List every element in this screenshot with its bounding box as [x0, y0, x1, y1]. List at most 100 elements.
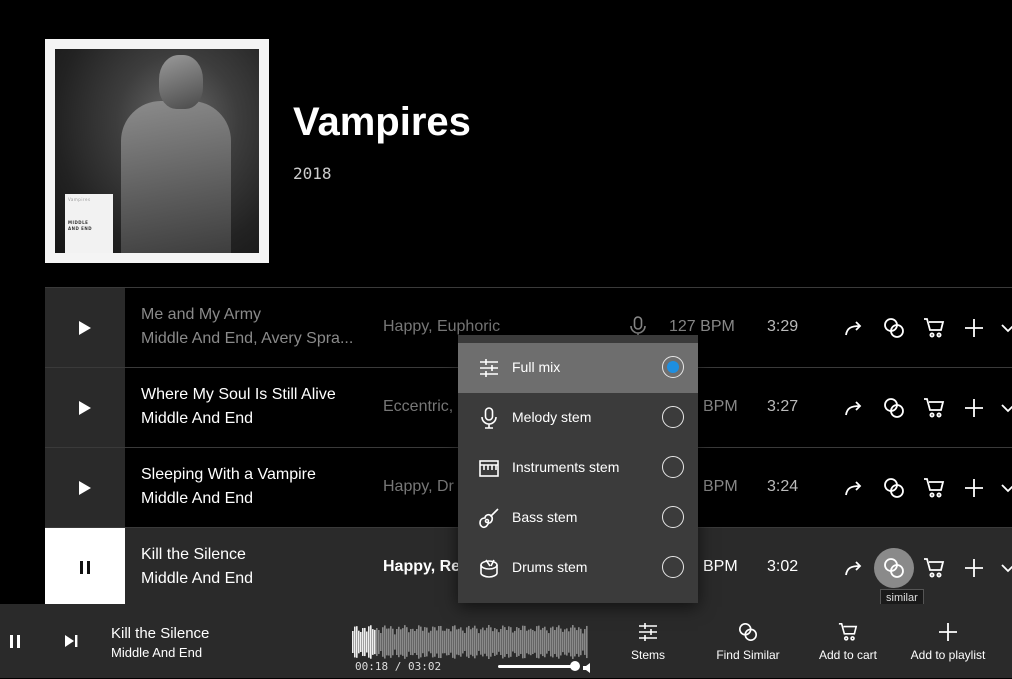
- stem-radio[interactable]: [662, 406, 684, 428]
- stem-radio[interactable]: [662, 506, 684, 528]
- track-artist[interactable]: Middle And End, Avery Spra...: [141, 330, 371, 348]
- waveform-bar: [532, 629, 534, 655]
- waveform-bar: [446, 628, 448, 656]
- add-icon[interactable]: [959, 473, 989, 503]
- waveform-bar: [554, 629, 556, 655]
- find-similar-icon[interactable]: [879, 473, 909, 503]
- cart-icon[interactable]: [919, 393, 949, 423]
- player-track-artist[interactable]: Middle And End: [111, 645, 202, 660]
- share-icon[interactable]: [839, 393, 869, 423]
- chevron-down-icon[interactable]: [1001, 393, 1012, 423]
- play-button[interactable]: [45, 288, 125, 367]
- cover-figure-head: [159, 55, 203, 109]
- waveform-bar: [470, 629, 472, 655]
- stem-option-label: Full mix: [512, 359, 561, 375]
- waveform-bar: [368, 626, 370, 658]
- skip-next-icon[interactable]: [64, 634, 78, 653]
- stem-option-bass[interactable]: Bass stem: [458, 493, 698, 543]
- play-button[interactable]: [45, 368, 125, 447]
- waveform-bar: [570, 627, 572, 657]
- stem-option-instruments[interactable]: Instruments stem: [458, 443, 698, 493]
- track-mood: Happy, Dr: [383, 478, 454, 495]
- stem-option-label: Instruments stem: [512, 459, 620, 475]
- stems-button[interactable]: Stems: [622, 622, 674, 662]
- add-icon[interactable]: [959, 553, 989, 583]
- waveform-bar: [494, 628, 496, 656]
- waveform-bar: [522, 625, 524, 659]
- track-bpm: BPM: [703, 558, 738, 575]
- stem-radio[interactable]: [662, 456, 684, 478]
- waveform-bar: [394, 634, 396, 650]
- waveform-bar: [566, 628, 568, 656]
- waveform-bar: [510, 627, 512, 657]
- find-similar-icon[interactable]: [879, 393, 909, 423]
- track-artist[interactable]: Middle And End: [141, 490, 371, 508]
- player-track-title[interactable]: Kill the Silence: [111, 625, 209, 642]
- track-title[interactable]: Sleeping With a Vampire: [141, 466, 316, 484]
- waveform-bar: [518, 628, 520, 656]
- cover-artist-line2: AND END: [68, 226, 93, 231]
- add-to-playlist-button[interactable]: Add to playlist: [902, 622, 994, 662]
- waveform-scrubber[interactable]: [352, 622, 588, 662]
- waveform-bar: [556, 627, 558, 657]
- chevron-down-icon[interactable]: [1001, 473, 1012, 503]
- volume-knob[interactable]: [570, 661, 580, 671]
- share-icon[interactable]: [839, 553, 869, 583]
- waveform-bar: [420, 626, 422, 658]
- find-similar-button[interactable]: Find Similar: [710, 622, 786, 662]
- waveform-bar: [454, 625, 456, 659]
- stem-option-melody[interactable]: Melody stem: [458, 393, 698, 443]
- waveform-bar: [450, 631, 452, 653]
- track-artist[interactable]: Middle And End: [141, 570, 371, 588]
- add-icon[interactable]: [959, 393, 989, 423]
- cart-icon[interactable]: [919, 473, 949, 503]
- waveform-bar: [410, 629, 412, 655]
- waveform-bar: [492, 631, 494, 653]
- stem-option-drums[interactable]: Drums stem: [458, 543, 698, 593]
- track-artist[interactable]: Middle And End: [141, 410, 371, 428]
- find-similar-icon: [739, 623, 757, 641]
- chevron-down-icon[interactable]: [1001, 553, 1012, 583]
- waveform-bar: [558, 625, 560, 659]
- waveform-bar: [396, 628, 398, 656]
- waveform-bar: [574, 627, 576, 657]
- waveform-bar: [490, 627, 492, 657]
- play-button[interactable]: [45, 448, 125, 527]
- track-title[interactable]: Kill the Silence: [141, 546, 246, 564]
- track-title[interactable]: Where My Soul Is Still Alive: [141, 386, 336, 404]
- player-time: 00:18 / 03:02: [355, 660, 442, 673]
- waveform-bar: [388, 628, 390, 656]
- speaker-icon[interactable]: [583, 661, 593, 679]
- stem-radio[interactable]: [662, 556, 684, 578]
- find-similar-icon[interactable]: [879, 313, 909, 343]
- find-similar-icon[interactable]: [874, 548, 914, 588]
- track-title[interactable]: Me and My Army: [141, 306, 261, 324]
- add-to-cart-button[interactable]: Add to cart: [808, 622, 888, 662]
- stem-option-label: Melody stem: [512, 409, 592, 425]
- waveform-bar: [478, 633, 480, 651]
- volume-slider[interactable]: [498, 665, 574, 668]
- cart-icon[interactable]: [919, 553, 949, 583]
- cover-label-card: Vampires MIDDLE AND END: [65, 194, 113, 253]
- waveform-bar: [560, 628, 562, 656]
- waveform-bar: [352, 631, 354, 653]
- waveform-bar: [434, 627, 436, 657]
- stem-option-full-mix[interactable]: Full mix: [458, 343, 698, 393]
- pause-icon: [80, 561, 90, 574]
- stem-radio-selected[interactable]: [662, 356, 684, 378]
- share-icon[interactable]: [839, 313, 869, 343]
- player-pause-button[interactable]: [10, 635, 20, 648]
- cart-icon[interactable]: [919, 313, 949, 343]
- pause-button[interactable]: [45, 528, 125, 607]
- waveform-bar: [580, 628, 582, 656]
- waveform-bar: [436, 630, 438, 654]
- waveform-bar: [538, 625, 540, 659]
- share-icon[interactable]: [839, 473, 869, 503]
- waveform-bar: [412, 628, 414, 656]
- waveform-bar: [386, 628, 388, 656]
- chevron-down-icon[interactable]: [1001, 313, 1012, 343]
- add-icon[interactable]: [959, 313, 989, 343]
- waveform-bar: [584, 629, 586, 655]
- waveform-bar: [508, 626, 510, 658]
- waveform-bar: [358, 630, 360, 654]
